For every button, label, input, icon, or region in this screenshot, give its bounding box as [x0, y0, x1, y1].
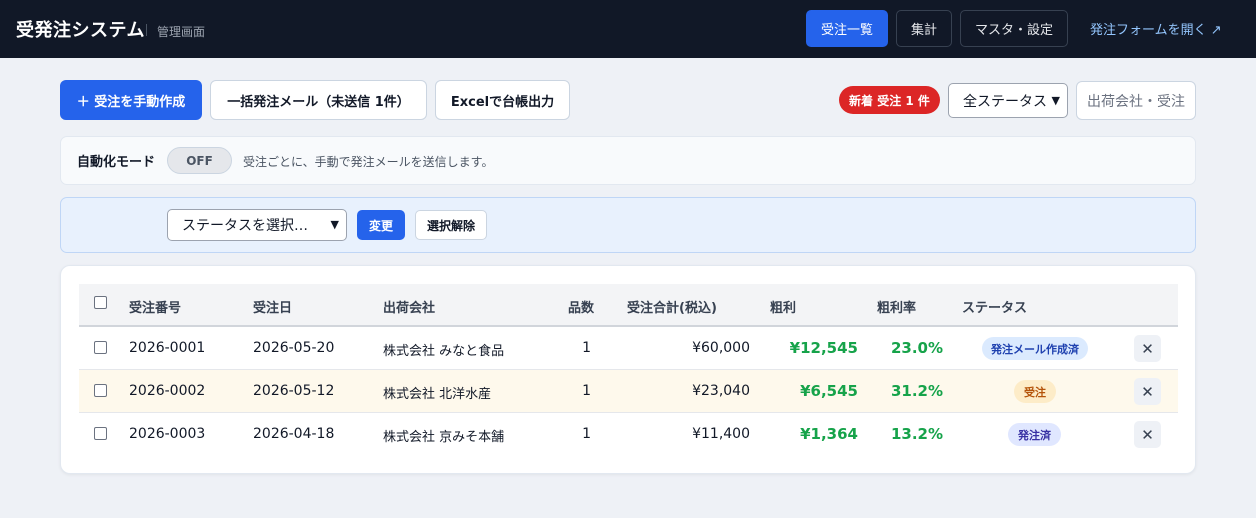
company-name: 株式会社 北洋水産	[383, 387, 492, 402]
order-date: 2026-05-20	[253, 340, 335, 356]
status-filter-value: 全ステータス	[963, 93, 1047, 110]
apply-status-button[interactable]: 変更	[357, 210, 405, 240]
search-input[interactable]: 出荷会社・受注	[1076, 81, 1196, 120]
col-total: 受注合計(税込)	[627, 301, 717, 316]
gross-margin: 31.2%	[890, 382, 943, 400]
clear-selection-button[interactable]: 選択解除	[415, 210, 487, 240]
status-badge: 受注	[1014, 380, 1056, 403]
nav-orders-button[interactable]: 受注一覧	[806, 10, 888, 47]
order-date: 2026-05-12	[253, 383, 335, 399]
company-name: 株式会社 京みそ本舗	[383, 430, 505, 445]
bulk-status-placeholder: ステータスを選択…	[182, 218, 308, 234]
row-checkbox[interactable]	[94, 384, 107, 397]
open-order-form-link[interactable]: 発注フォームを開く ↗	[1090, 19, 1222, 38]
excel-export-button[interactable]: Excelで台帳出力	[435, 80, 570, 120]
gross-profit: ¥12,545	[789, 339, 858, 357]
close-icon: ✕	[1141, 425, 1154, 444]
search-placeholder: 出荷会社・受注	[1087, 93, 1185, 110]
status-filter-select[interactable]: 全ステータス ▼	[948, 83, 1068, 118]
company-name: 株式会社 みなと食品	[383, 344, 505, 359]
automation-mode-toggle[interactable]: OFF	[167, 147, 232, 174]
automation-mode-panel: 自動化モード OFF 受注ごとに、手動で発注メールを送信します。	[60, 136, 1196, 185]
col-order-no: 受注番号	[129, 301, 182, 316]
title-divider	[146, 24, 147, 36]
orders-table: 受注番号 受注日 出荷会社 品数 受注合計(税込) 粗利 粗利率 ステータス 2…	[60, 265, 1196, 474]
col-order-date: 受注日	[253, 301, 293, 316]
col-qty: 品数	[568, 301, 595, 316]
order-no: 2026-0003	[129, 426, 206, 442]
table-row[interactable]: 2026-0001 2026-05-20 株式会社 みなと食品 1 ¥60,00…	[79, 327, 1178, 370]
col-profit: 粗利	[770, 301, 797, 316]
automation-mode-description: 受注ごとに、手動で発注メールを送信します。	[243, 155, 494, 169]
delete-row-button[interactable]: ✕	[1134, 335, 1161, 362]
table-row[interactable]: 2026-0002 2026-05-12 株式会社 北洋水産 1 ¥23,040…	[79, 370, 1178, 413]
order-no: 2026-0002	[129, 383, 206, 399]
select-all-checkbox[interactable]	[94, 296, 107, 309]
new-orders-badge[interactable]: 新着 受注 1 件	[839, 86, 940, 114]
status-badge: 発注済	[1008, 423, 1061, 446]
order-total: ¥11,400	[692, 426, 750, 442]
bulk-status-select[interactable]: ステータスを選択… ▼	[167, 209, 347, 241]
app-subtitle: 管理画面	[157, 25, 206, 39]
gross-profit: ¥1,364	[800, 425, 858, 443]
top-nav-bar: 受発注システム 管理画面 受注一覧 集計 マスタ・設定 発注フォームを開く ↗	[0, 0, 1256, 58]
delete-row-button[interactable]: ✕	[1134, 421, 1161, 448]
order-total: ¥23,040	[692, 383, 750, 399]
bulk-order-mail-button[interactable]: 一括発注メール（未送信 1件）	[210, 80, 427, 120]
chevron-down-icon: ▼	[1051, 94, 1060, 107]
row-checkbox[interactable]	[94, 427, 107, 440]
automation-mode-label: 自動化モード	[77, 155, 156, 170]
order-date: 2026-04-18	[253, 426, 335, 442]
item-count: 1	[582, 426, 591, 442]
delete-row-button[interactable]: ✕	[1134, 378, 1161, 405]
col-company: 出荷会社	[383, 301, 436, 316]
create-order-button[interactable]: ＋ 受注を手動作成	[60, 80, 202, 120]
item-count: 1	[582, 383, 591, 399]
gross-margin: 13.2%	[890, 425, 943, 443]
nav-master-settings-button[interactable]: マスタ・設定	[960, 10, 1068, 47]
chevron-down-icon: ▼	[330, 218, 339, 231]
gross-margin: 23.0%	[890, 339, 943, 357]
order-no: 2026-0001	[129, 340, 206, 356]
table-row[interactable]: 2026-0003 2026-04-18 株式会社 京みそ本舗 1 ¥11,40…	[79, 413, 1178, 456]
col-status: ステータス	[962, 301, 1028, 316]
item-count: 1	[582, 340, 591, 356]
row-checkbox[interactable]	[94, 341, 107, 354]
bulk-action-bar: ステータスを選択… ▼ 変更 選択解除	[60, 197, 1196, 253]
close-icon: ✕	[1141, 382, 1154, 401]
gross-profit: ¥6,545	[800, 382, 858, 400]
close-icon: ✕	[1141, 339, 1154, 358]
table-header: 受注番号 受注日 出荷会社 品数 受注合計(税込) 粗利 粗利率 ステータス	[79, 284, 1178, 327]
col-margin: 粗利率	[877, 301, 917, 316]
order-total: ¥60,000	[692, 340, 750, 356]
nav-summary-button[interactable]: 集計	[896, 10, 952, 47]
status-badge: 発注メール作成済	[982, 337, 1088, 360]
app-title: 受発注システム	[16, 20, 145, 41]
